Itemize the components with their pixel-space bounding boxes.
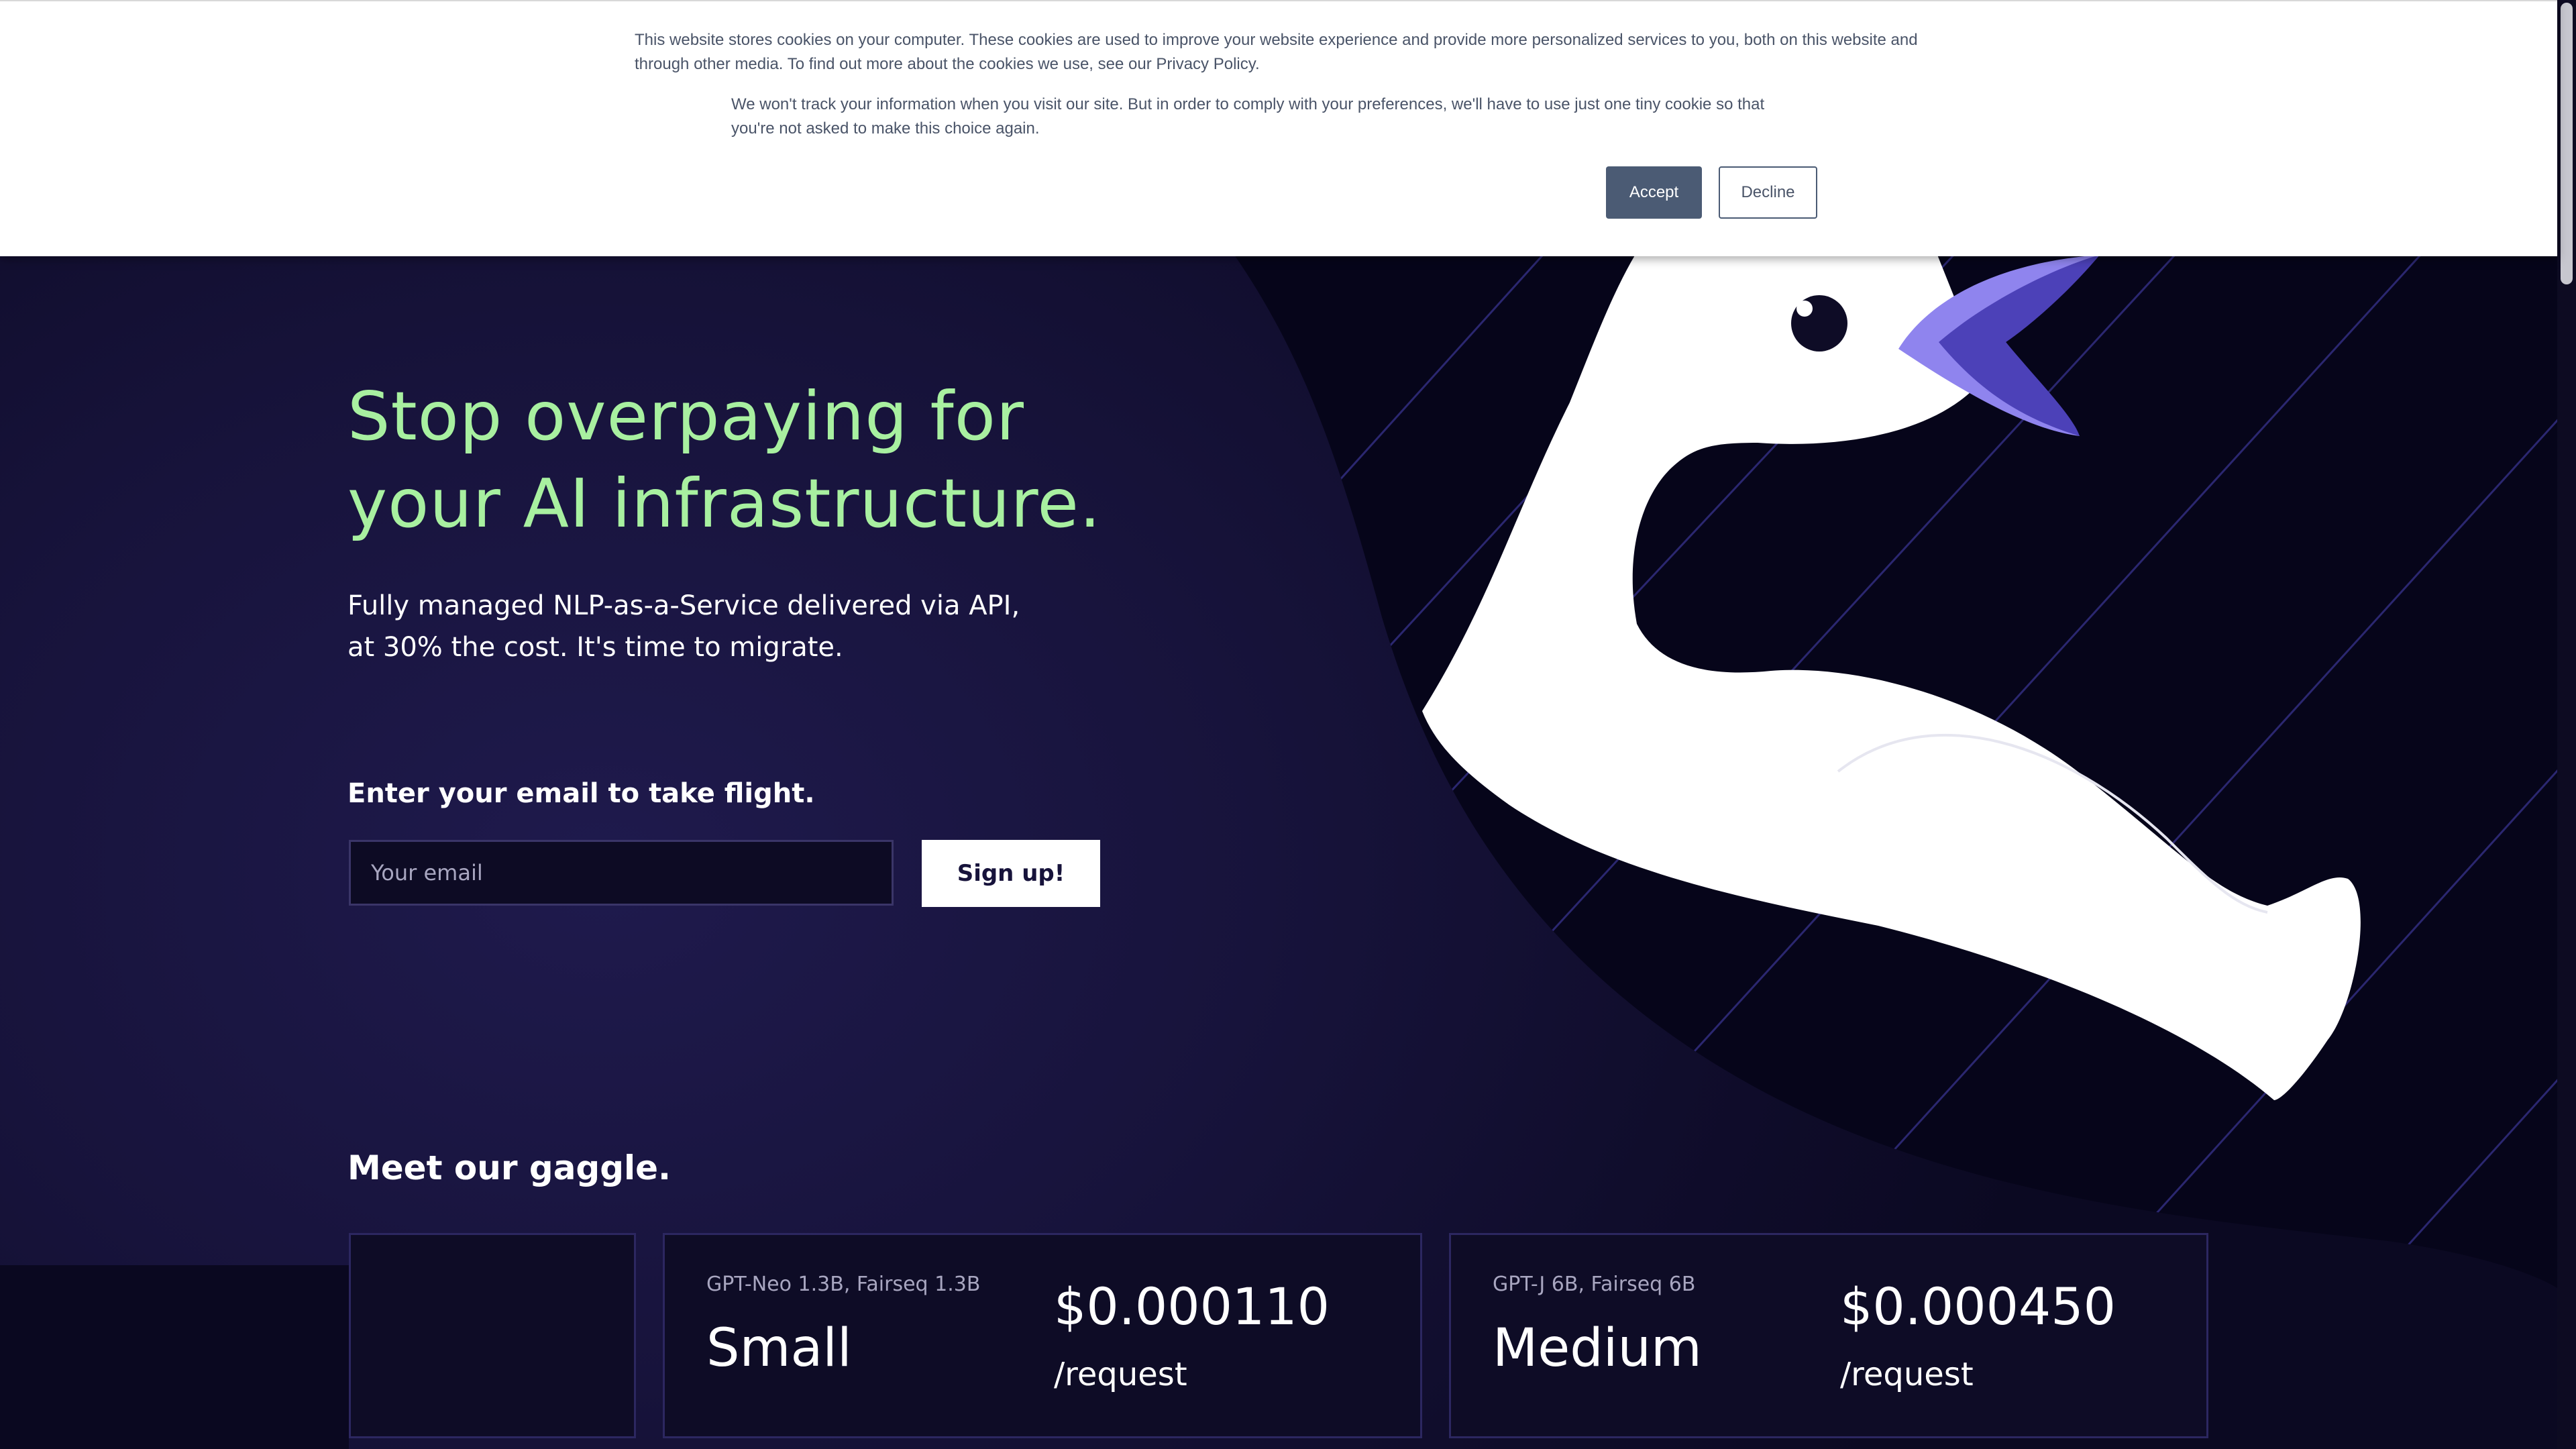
- tier-name: Medium: [1493, 1318, 1702, 1379]
- sign-up-button[interactable]: Sign up!: [922, 840, 1100, 907]
- gaggle-heading: Meet our gaggle.: [347, 1148, 672, 1187]
- accept-cookies-button[interactable]: Accept: [1606, 166, 1702, 219]
- scrollbar-thumb[interactable]: [2561, 3, 2573, 284]
- pricing-card-medium[interactable]: GPT-J 6B, Fairseq 6B Medium $0.000450 /r…: [1449, 1233, 2208, 1438]
- tier-price-unit: /request: [1840, 1356, 1974, 1393]
- headline-line-1: Stop overpaying for: [347, 377, 1024, 455]
- eye-highlight: [1796, 301, 1813, 317]
- email-prompt-label: Enter your email to take flight.: [347, 778, 815, 809]
- email-input[interactable]: [349, 840, 894, 906]
- hero-headline: Stop overpaying for your AI infrastructu…: [347, 373, 1152, 547]
- scrollbar[interactable]: [2557, 0, 2576, 1449]
- cookie-banner: This website stores cookies on your comp…: [0, 0, 2557, 256]
- tier-price: $0.000450: [1840, 1277, 2116, 1336]
- tier-price-unit: /request: [1054, 1356, 1187, 1393]
- tier-name: Small: [706, 1318, 852, 1379]
- subhead-line-2: at 30% the cost. It's time to migrate.: [347, 632, 843, 663]
- tier-price: $0.000110: [1054, 1277, 1330, 1336]
- pricing-card-small[interactable]: GPT-Neo 1.3B, Fairseq 1.3B Small $0.0001…: [663, 1233, 1422, 1438]
- tier-models: GPT-Neo 1.3B, Fairseq 1.3B: [706, 1273, 981, 1296]
- hero-subheading: Fully managed NLP-as-a-Service delivered…: [347, 585, 1152, 668]
- decline-cookies-button[interactable]: Decline: [1719, 166, 1817, 219]
- subhead-line-1: Fully managed NLP-as-a-Service delivered…: [347, 590, 1020, 621]
- tier-models: GPT-J 6B, Fairseq 6B: [1493, 1273, 1696, 1296]
- headline-line-2: your AI infrastructure.: [347, 464, 1102, 543]
- cookie-text-secondary: We won't track your information when you…: [731, 95, 1765, 138]
- bottom-left-shade: [0, 1265, 349, 1449]
- cookie-text-primary: This website stores cookies on your comp…: [635, 31, 1918, 73]
- pricing-card-placeholder: [349, 1233, 636, 1438]
